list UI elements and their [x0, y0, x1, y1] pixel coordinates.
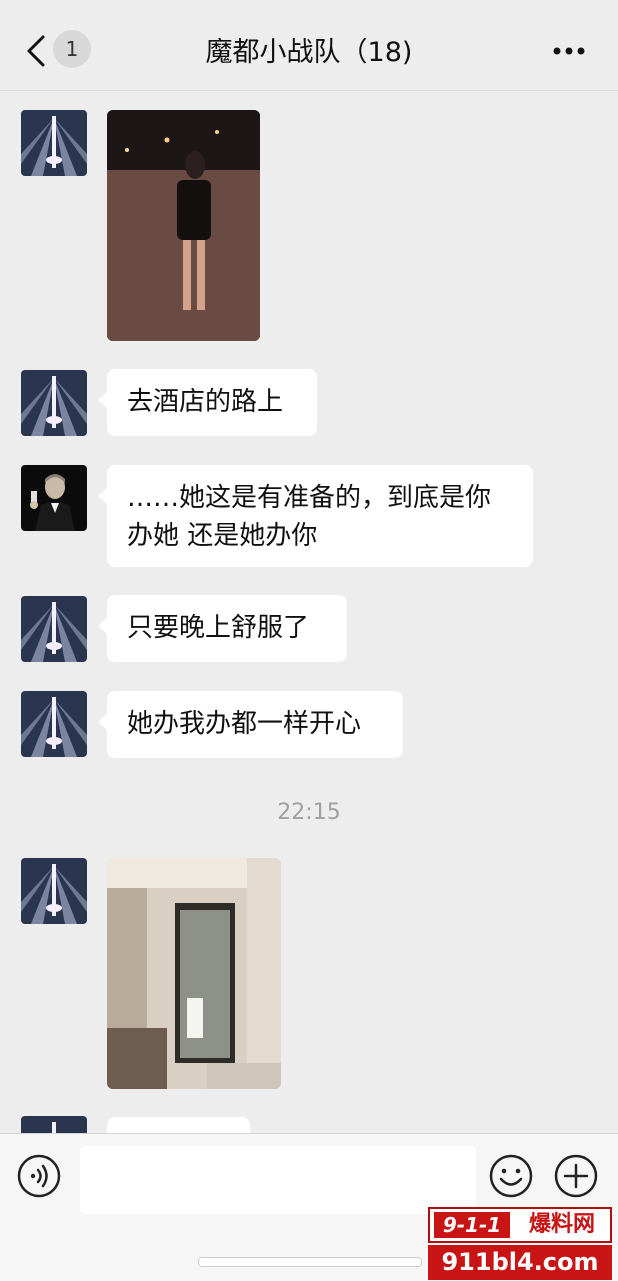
- tower-avatar-image: [21, 110, 87, 176]
- message-text-line: ……她这是有准备的，到底是你: [127, 483, 492, 513]
- home-indicator: [198, 1257, 422, 1267]
- message-input[interactable]: [80, 1146, 476, 1214]
- message-text: 去酒店的路上: [127, 387, 284, 417]
- watermark: 9-1-1 爆料网 911bl4.com: [428, 1207, 612, 1280]
- avatar[interactable]: [21, 858, 87, 924]
- watermark-header: 9-1-1 爆料网: [428, 1207, 612, 1243]
- tower-avatar-image: [21, 370, 87, 436]
- message-bubble[interactable]: 只要晚上舒服了: [98, 595, 347, 662]
- more-icon[interactable]: [552, 46, 586, 56]
- avatar[interactable]: [21, 465, 87, 531]
- plus-icon[interactable]: [554, 1154, 598, 1198]
- message-text: 她办我办都一样开心: [127, 709, 362, 739]
- message-timestamp: 22:15: [277, 800, 341, 825]
- avatar[interactable]: [21, 110, 87, 176]
- watermark-logo: 9-1-1: [434, 1212, 510, 1238]
- message-bubble[interactable]: 去酒店的路上: [98, 369, 317, 436]
- toast-avatar-image: [21, 465, 87, 531]
- avatar[interactable]: [21, 1116, 87, 1133]
- avatar[interactable]: [21, 370, 87, 436]
- avatar[interactable]: [21, 691, 87, 757]
- watermark-logo-text: 爆料网: [528, 1212, 595, 1237]
- message-bubble-partial: [107, 1117, 250, 1133]
- message-bubble[interactable]: 她办我办都一样开心: [98, 691, 403, 758]
- tower-avatar-image: [21, 858, 87, 924]
- tower-avatar-image: [21, 596, 87, 662]
- tower-avatar-image: [21, 1116, 87, 1133]
- image-message[interactable]: [107, 110, 260, 341]
- watermark-url: 911bl4.com: [428, 1245, 612, 1280]
- message-bubble[interactable]: ……她这是有准备的，到底是你 办她 还是她办你: [98, 465, 533, 567]
- avatar[interactable]: [21, 596, 87, 662]
- message-text-line: 办她 还是她办你: [127, 521, 318, 551]
- tower-avatar-image: [21, 691, 87, 757]
- message-text: 只要晚上舒服了: [127, 613, 310, 643]
- bathroom-photo: [107, 858, 281, 1089]
- street-photo: [107, 110, 260, 341]
- image-message[interactable]: [107, 858, 281, 1089]
- emoji-icon[interactable]: [489, 1154, 533, 1198]
- chat-header: 1 魔都小战队（18): [0, 0, 618, 91]
- chat-title: 魔都小战队（18): [205, 37, 413, 68]
- voice-icon[interactable]: [17, 1154, 61, 1198]
